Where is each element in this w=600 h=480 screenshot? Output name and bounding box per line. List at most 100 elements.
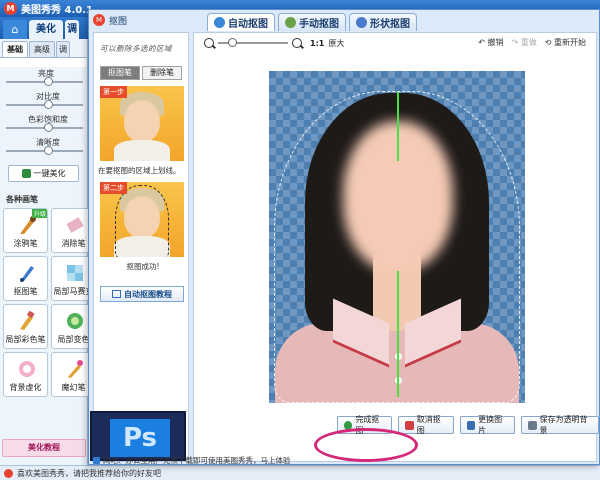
- tab-manual-cutout[interactable]: 手动抠图: [278, 13, 346, 31]
- upgrade-badge: 升级: [31, 209, 47, 218]
- step-badge: 第二步: [100, 182, 127, 194]
- left-panel: 基础 高级 调 亮度 对比度 色彩饱和度 清晰度 一键美化 各种画笔 升级 涂鸦…: [0, 39, 96, 465]
- pen-buttons: 抠图笔 删除笔: [100, 66, 188, 80]
- tutorial-panel: 可以删除多选的区域 抠图笔 删除笔 第一步 在要抠图的区域上划线。 第二步 抠图…: [90, 32, 189, 462]
- cutout-pen-icon: [20, 266, 34, 282]
- step1-image: 第一步: [100, 86, 184, 161]
- magic-pen-icon: [68, 360, 83, 378]
- brush-section-title: 各种画笔: [6, 195, 38, 204]
- dialog-statusbar: 网吧、办公室用户无须下载即可使用美图秀秀，马上体验: [89, 455, 599, 465]
- step-badge: 第一步: [100, 86, 127, 98]
- speaker-icon: [93, 456, 100, 464]
- delete-pen-button[interactable]: 删除笔: [142, 66, 182, 80]
- tab-shape-cutout[interactable]: 形状抠图: [349, 13, 417, 31]
- subtab-adjust[interactable]: 调: [56, 41, 70, 57]
- meitu-logo-icon: [4, 468, 13, 478]
- slider-sharpness[interactable]: 清晰度: [0, 136, 87, 159]
- dialog-status-text: 网吧、办公室用户无须下载即可使用美图秀秀，马上体验: [103, 455, 291, 465]
- slider-knob[interactable]: [44, 77, 53, 86]
- dialog-tabs: 自动抠图 手动抠图 形状抠图: [207, 13, 417, 31]
- cancel-cutout-button[interactable]: 取消抠图: [398, 415, 454, 435]
- reset-label: 重新开始: [554, 38, 586, 47]
- app-title: 美图秀秀 4.0.1: [21, 5, 93, 16]
- tool-graffiti-pen[interactable]: 升级 涂鸦笔: [3, 208, 48, 253]
- cutout-canvas[interactable]: [269, 71, 525, 403]
- app-statusbar: 喜欢美图秀秀，请把我推荐给你的好友吧: [0, 465, 600, 480]
- zoom-in-icon[interactable]: [292, 38, 302, 48]
- undo-button[interactable]: ↶ 撤销: [478, 37, 503, 48]
- tool-label: 魔幻笔: [61, 383, 86, 392]
- tab-label: 形状抠图: [370, 19, 410, 30]
- slider-brightness[interactable]: 亮度: [0, 67, 87, 90]
- zoom-out-icon[interactable]: [204, 38, 214, 48]
- redo-button[interactable]: ↷ 重做: [512, 37, 537, 48]
- meitu-logo-icon: M: [4, 2, 17, 15]
- home-icon[interactable]: ⌂: [3, 20, 27, 39]
- tool-label: 涂鸦笔: [13, 239, 38, 248]
- cancel-icon: [405, 420, 414, 430]
- recolor-icon: [67, 313, 83, 329]
- tool-color-pen[interactable]: 局部彩色笔: [3, 304, 48, 349]
- zoom-slider[interactable]: [218, 38, 288, 47]
- shape-cutout-icon: [356, 17, 367, 28]
- color-pen-icon: [20, 310, 35, 330]
- eraser-icon: [66, 217, 84, 233]
- auto-cutout-tutorial-button[interactable]: 自动抠图教程: [100, 286, 184, 302]
- save-transparent-button[interactable]: 保存为透明背景: [521, 415, 599, 435]
- tool-label: 消除笔: [61, 239, 86, 248]
- work-area: 1:1 原大 ↶ 撤销 ↷ 重做 ⟲ 重新开始: [193, 32, 597, 462]
- step2-caption: 抠图成功!: [126, 262, 160, 271]
- beautify-tutorial-button[interactable]: 美化教程: [2, 439, 86, 457]
- tutorial-button-label: 自动抠图教程: [124, 289, 172, 299]
- tool-label: 局部变色: [57, 335, 90, 344]
- tutorial-hint: 可以删除多选的区域: [100, 44, 172, 53]
- tool-background-blur[interactable]: 背景虚化: [3, 352, 48, 397]
- app-tabs: ⌂ 美化 调: [0, 17, 100, 39]
- action-label: 取消抠图: [416, 415, 441, 435]
- cutout-pen-button[interactable]: 抠图笔: [100, 66, 140, 80]
- reset-button[interactable]: ⟲ 重新开始: [545, 37, 586, 48]
- redo-label: 重做: [520, 38, 537, 47]
- tool-label: 背景虚化: [9, 383, 42, 392]
- meitu-logo-icon: M: [93, 14, 105, 26]
- one-key-label: 一键美化: [33, 169, 66, 178]
- magic-wand-icon: [21, 169, 31, 178]
- slider-knob[interactable]: [44, 123, 53, 132]
- blur-icon: [19, 361, 35, 377]
- change-image-button[interactable]: 更换图片: [459, 415, 516, 435]
- tab-tiao[interactable]: 调: [65, 20, 79, 39]
- subtab-advanced[interactable]: 高级: [29, 41, 55, 57]
- one-key-beautify-button[interactable]: 一键美化: [8, 165, 79, 182]
- undo-label: 撤销: [487, 38, 504, 47]
- step2-image: 第二步: [100, 182, 184, 257]
- tool-grid: 升级 涂鸦笔 消除笔 抠图笔 局部马赛克 局部彩色笔 局部变色 背景虚化 魔幻笔: [0, 205, 96, 397]
- tool-cutout-pen[interactable]: 抠图笔: [3, 256, 48, 301]
- subtab-basic[interactable]: 基础: [2, 41, 28, 57]
- history-controls: ↶ 撤销 ↷ 重做 ⟲ 重新开始: [478, 37, 586, 48]
- save-icon: [528, 420, 537, 430]
- manual-cutout-icon: [285, 17, 296, 28]
- slider-knob[interactable]: [44, 100, 53, 109]
- book-icon: [112, 290, 121, 298]
- auto-cutout-icon: [214, 17, 225, 28]
- slider-contrast[interactable]: 对比度: [0, 90, 87, 113]
- slider-saturation[interactable]: 色彩饱和度: [0, 113, 87, 136]
- tool-label: 局部彩色笔: [5, 335, 46, 344]
- photoshop-ad[interactable]: Ps: [90, 411, 186, 461]
- action-label: 更换图片: [478, 415, 503, 435]
- dialog-title: 抠图: [109, 16, 128, 27]
- cutout-outline: [115, 185, 169, 257]
- zoom-knob[interactable]: [228, 38, 237, 47]
- tab-meihua[interactable]: 美化: [29, 20, 63, 39]
- slider-knob[interactable]: [44, 146, 53, 155]
- ratio-button[interactable]: 1:1: [310, 39, 324, 48]
- subtabs: 基础 高级 调: [0, 39, 87, 57]
- baby-face: [124, 100, 160, 142]
- baby-body: [114, 140, 170, 161]
- tab-auto-cutout[interactable]: 自动抠图: [207, 13, 275, 31]
- cutout-dialog: M 抠图 自动抠图 手动抠图 形状抠图 可以删除多选的区域 抠图笔 删除笔 第一…: [88, 9, 600, 465]
- tool-label: 抠图笔: [13, 287, 38, 296]
- original-size-button[interactable]: 原大: [328, 38, 344, 49]
- action-label: 保存为透明背景: [539, 415, 588, 435]
- mosaic-icon: [67, 265, 83, 281]
